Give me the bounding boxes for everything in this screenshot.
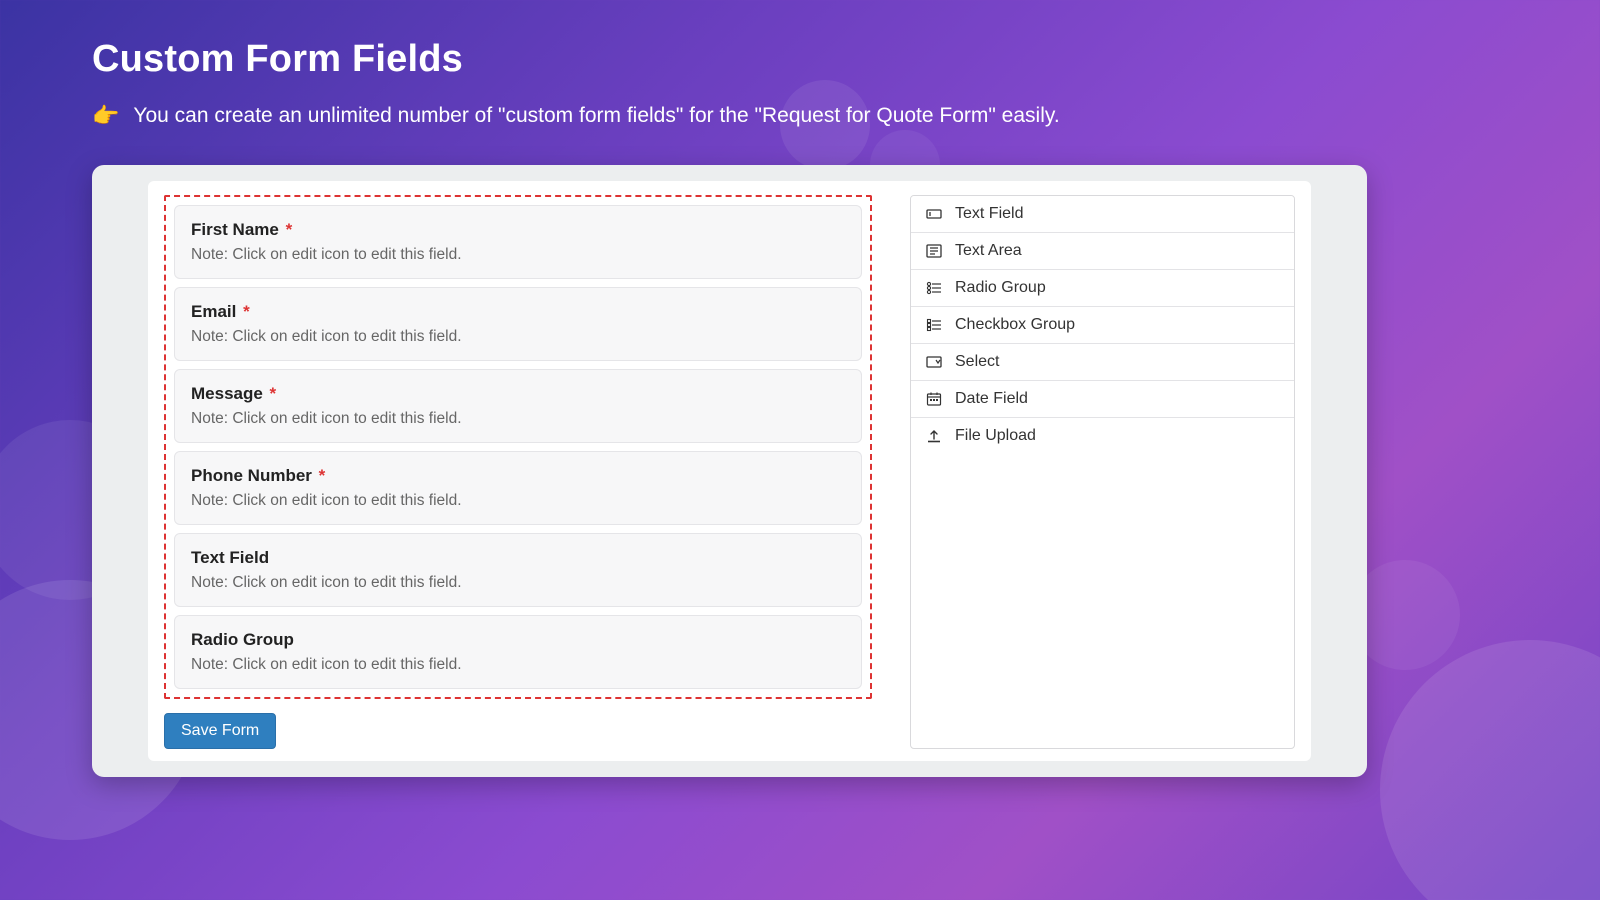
palette-item-label: Checkbox Group (955, 316, 1075, 334)
field-note: Note: Click on edit icon to edit this fi… (191, 492, 845, 510)
form-field-card[interactable]: First Name * Note: Click on edit icon to … (174, 205, 862, 279)
builder-panel: First Name * Note: Click on edit icon to … (92, 165, 1367, 777)
field-label: Message * (191, 384, 845, 404)
palette-item-radio-group[interactable]: Radio Group (911, 270, 1294, 307)
field-label: First Name * (191, 220, 845, 240)
file-upload-icon (925, 428, 943, 444)
form-field-card[interactable]: Message * Note: Click on edit icon to edi… (174, 369, 862, 443)
form-drop-area[interactable]: First Name * Note: Click on edit icon to … (164, 195, 872, 699)
field-note: Note: Click on edit icon to edit this fi… (191, 656, 845, 674)
palette-item-checkbox-group[interactable]: Checkbox Group (911, 307, 1294, 344)
select-icon (925, 354, 943, 370)
text-area-icon (925, 243, 943, 259)
radio-group-icon (925, 280, 943, 296)
palette-item-label: Text Area (955, 242, 1022, 260)
field-label: Email * (191, 302, 845, 322)
field-label: Text Field (191, 548, 845, 568)
field-note: Note: Click on edit icon to edit this fi… (191, 574, 845, 592)
pointing-hand-icon: 👉 (92, 103, 119, 129)
field-note: Note: Click on edit icon to edit this fi… (191, 246, 845, 264)
text-field-icon (925, 206, 943, 222)
palette-item-label: File Upload (955, 427, 1036, 445)
required-star-icon: * (265, 384, 276, 403)
save-form-button[interactable]: Save Form (164, 713, 276, 749)
form-field-card[interactable]: Email * Note: Click on edit icon to edit … (174, 287, 862, 361)
form-field-card[interactable]: Phone Number * Note: Click on edit icon t… (174, 451, 862, 525)
page-subtitle: You can create an unlimited number of "c… (133, 104, 1059, 128)
field-label: Phone Number * (191, 466, 845, 486)
palette-item-file-upload[interactable]: File Upload (911, 418, 1294, 454)
form-field-card[interactable]: Radio Group Note: Click on edit icon to e… (174, 615, 862, 689)
field-label: Radio Group (191, 630, 845, 650)
form-field-card[interactable]: Text Field Note: Click on edit icon to ed… (174, 533, 862, 607)
required-star-icon: * (281, 220, 292, 239)
field-note: Note: Click on edit icon to edit this fi… (191, 328, 845, 346)
palette-item-label: Text Field (955, 205, 1023, 223)
palette-item-label: Select (955, 353, 999, 371)
field-note: Note: Click on edit icon to edit this fi… (191, 410, 845, 428)
page-title: Custom Form Fields (92, 38, 1508, 81)
palette-item-select[interactable]: Select (911, 344, 1294, 381)
required-star-icon: * (314, 466, 325, 485)
field-palette: Text Field Text Area Radio Group Checkbox G… (910, 195, 1295, 749)
palette-item-text-area[interactable]: Text Area (911, 233, 1294, 270)
palette-item-text-field[interactable]: Text Field (911, 196, 1294, 233)
palette-item-date-field[interactable]: Date Field (911, 381, 1294, 418)
palette-item-label: Date Field (955, 390, 1028, 408)
checkbox-group-icon (925, 317, 943, 333)
required-star-icon: * (238, 302, 249, 321)
palette-item-label: Radio Group (955, 279, 1046, 297)
date-field-icon (925, 391, 943, 407)
